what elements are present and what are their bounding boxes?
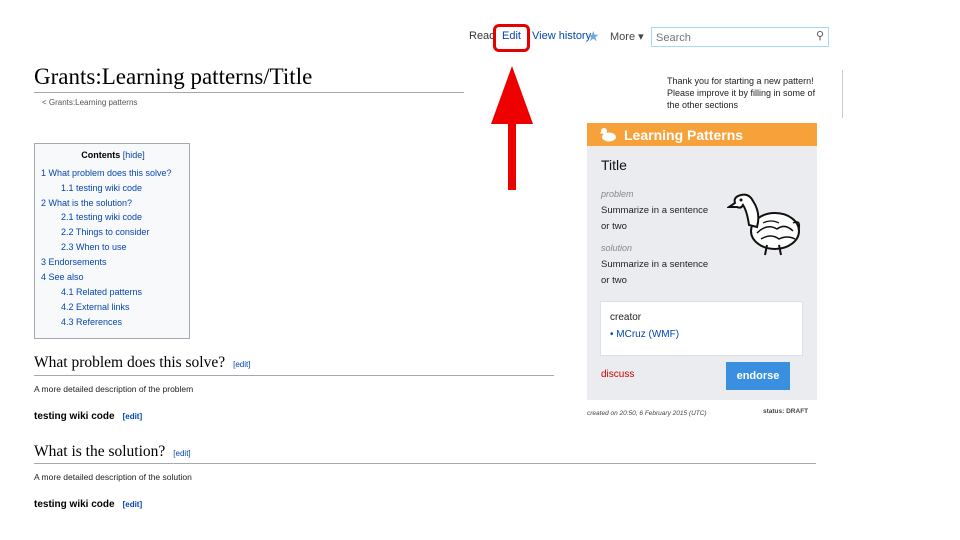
section-heading-solution: What is the solution? [edit]: [34, 443, 191, 461]
toc-item[interactable]: 2.3 When to use: [61, 242, 127, 252]
pattern-title: Title: [601, 157, 627, 173]
toc-item[interactable]: 2.2 Things to consider: [61, 227, 149, 237]
notice-line: the other sections: [667, 100, 739, 110]
notice-line: Thank you for starting a new pattern!: [667, 76, 814, 86]
problem-label: problem: [601, 189, 634, 199]
dodo-logo-icon: [600, 128, 616, 142]
notice-line: Please improve it by filling in some of: [667, 88, 816, 98]
tab-view-history[interactable]: View history: [532, 30, 591, 42]
subsection-heading-text: testing wiki code: [34, 499, 115, 510]
magnifier-icon[interactable]: ⚲: [816, 29, 824, 42]
watch-star-icon[interactable]: ★: [587, 28, 600, 45]
section-description: A more detailed description of the probl…: [34, 384, 194, 394]
annotation-arrow-head: [491, 66, 533, 124]
solution-label: solution: [601, 243, 633, 253]
edit-highlight-box: [493, 24, 530, 52]
toc-heading: Contents [hide]: [35, 150, 191, 160]
problem-text: Summarize in a sentence or two: [601, 203, 731, 235]
subsection-heading: testing wiki code [edit]: [34, 411, 142, 422]
section-heading-problem: What problem does this solve? [edit]: [34, 354, 250, 372]
learning-pattern-box: Learning Patterns Title problem Summariz…: [587, 123, 817, 400]
toc-item[interactable]: 4.1 Related patterns: [61, 287, 142, 297]
section-description: A more detailed description of the solut…: [34, 472, 192, 482]
toc-item[interactable]: 2 What is the solution?: [41, 198, 132, 208]
subsection-edit-link[interactable]: [edit]: [123, 412, 143, 421]
toc-item[interactable]: 4.2 External links: [61, 302, 130, 312]
more-menu[interactable]: More ▾: [610, 30, 644, 43]
search-input[interactable]: [656, 30, 806, 46]
section-heading-text: What problem does this solve?: [34, 354, 226, 371]
subsection-heading-text: testing wiki code: [34, 411, 115, 422]
table-of-contents: Contents [hide] 1 What problem does this…: [34, 143, 190, 339]
creator-link[interactable]: • MCruz (WMF): [610, 329, 679, 340]
status-badge: status: DRAFT: [763, 408, 809, 415]
solution-line: Summarize in a sentence: [601, 259, 709, 270]
creator-card: creator • MCruz (WMF): [600, 301, 803, 356]
section-heading-text: What is the solution?: [34, 443, 166, 460]
title-divider: [34, 92, 464, 93]
creator-label: creator: [610, 312, 642, 323]
dodo-illustration-icon: [727, 193, 801, 256]
subsection-heading: testing wiki code [edit]: [34, 499, 142, 510]
tab-read[interactable]: Read: [469, 30, 495, 42]
created-timestamp: created on 20:50, 6 February 2015 (UTC): [587, 410, 707, 417]
section-divider: [34, 375, 554, 376]
annotation-arrow-shaft: [508, 122, 516, 190]
section-edit-link[interactable]: [edit]: [173, 449, 190, 458]
toc-item[interactable]: 4 See also: [41, 272, 84, 282]
toc-title: Contents: [81, 150, 121, 160]
problem-line: or two: [601, 221, 627, 232]
discuss-link[interactable]: discuss: [601, 369, 634, 380]
search-box[interactable]: ⚲: [651, 27, 829, 47]
endorse-button[interactable]: endorse: [726, 362, 790, 390]
section-edit-link[interactable]: [edit]: [233, 360, 250, 369]
new-pattern-notice: Thank you for starting a new pattern! Pl…: [655, 70, 843, 118]
problem-line: Summarize in a sentence: [601, 205, 709, 216]
learning-pattern-header: Learning Patterns: [587, 123, 817, 146]
toc-item[interactable]: 1 What problem does this solve?: [41, 168, 172, 178]
solution-text: Summarize in a sentence or two: [601, 257, 731, 289]
subsection-edit-link[interactable]: [edit]: [123, 500, 143, 509]
toc-item[interactable]: 4.3 References: [61, 317, 122, 327]
section-divider: [34, 463, 816, 464]
page-title: Grants:Learning patterns/Title: [34, 64, 313, 89]
toc-item[interactable]: 2.1 testing wiki code: [61, 212, 142, 222]
solution-line: or two: [601, 275, 627, 286]
toc-item[interactable]: 1.1 testing wiki code: [61, 183, 142, 193]
toc-item[interactable]: 3 Endorsements: [41, 257, 107, 267]
learning-pattern-header-text: Learning Patterns: [624, 127, 744, 143]
breadcrumb[interactable]: < Grants:Learning patterns: [42, 98, 137, 107]
toc-hide-toggle[interactable]: [hide]: [123, 150, 145, 160]
